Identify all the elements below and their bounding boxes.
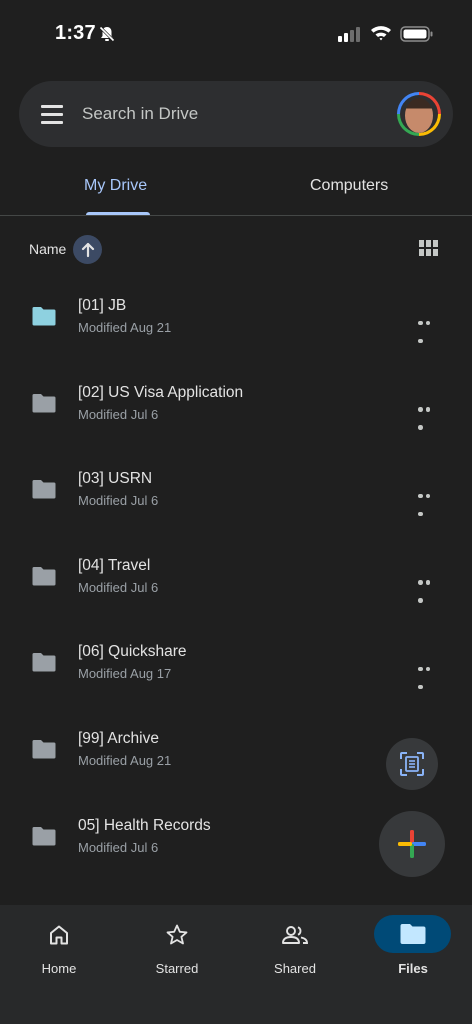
arrow-up-icon [81, 242, 94, 257]
bottom-navigation: Home Starred Shared Files [0, 905, 472, 1024]
home-icon [50, 925, 68, 945]
folder-icon [400, 924, 426, 944]
nav-home[interactable]: Home [0, 905, 118, 995]
folder-icon [32, 739, 56, 759]
file-name: [02] US Visa Application [78, 383, 244, 401]
file-name: [01] JB [78, 297, 127, 314]
nav-home-label: Home [41, 961, 77, 976]
file-name: [99] Archive [78, 729, 159, 747]
nav-shared[interactable]: Shared [236, 905, 354, 995]
file-modified: Modified Jul 6 [78, 406, 159, 422]
more-options-icon[interactable] [418, 572, 440, 603]
grid-view-icon[interactable] [419, 240, 438, 257]
new-button[interactable] [379, 811, 445, 877]
folder-icon [32, 826, 56, 846]
folder-icon [32, 480, 56, 499]
search-bar[interactable]: Search in Drive [19, 81, 453, 147]
search-input[interactable]: Search in Drive [82, 104, 198, 124]
list-item[interactable]: [01] JB Modified Aug 21 [0, 272, 472, 359]
battery-icon [400, 26, 433, 42]
plus-icon [398, 830, 426, 858]
document-scan-icon [400, 752, 424, 776]
more-options-icon[interactable] [418, 312, 440, 343]
nav-files-label: Files [398, 961, 428, 976]
file-modified: Modified Jul 6 [78, 579, 159, 595]
folder-icon [32, 393, 56, 413]
sort-direction-button[interactable] [73, 235, 102, 264]
nav-starred[interactable]: Starred [118, 905, 236, 995]
file-name: 05] Health Records [78, 816, 211, 834]
nav-files[interactable]: Files [354, 905, 472, 995]
wifi-icon [371, 26, 391, 41]
list-item[interactable]: [06] Quickshare Modified Aug 17 [0, 618, 472, 705]
nav-starred-label: Starred [155, 961, 199, 976]
account-avatar[interactable] [397, 92, 441, 136]
tab-computers[interactable]: Computers [310, 177, 388, 195]
star-icon [166, 924, 188, 945]
tab-bar: My Drive Computers [0, 160, 472, 216]
tab-my-drive[interactable]: My Drive [84, 177, 147, 195]
active-tab-indicator [86, 212, 150, 215]
scan-document-button[interactable] [386, 738, 438, 790]
shared-icon [282, 926, 308, 944]
folder-icon [32, 307, 56, 326]
cell-signal-icon [338, 27, 360, 42]
sort-label[interactable]: Name [29, 241, 66, 257]
file-name: [04] Travel [78, 556, 151, 574]
file-modified: Modified Jul 6 [78, 839, 159, 855]
bell-off-icon [98, 25, 116, 43]
more-options-icon[interactable] [418, 399, 440, 430]
more-options-icon[interactable] [418, 485, 440, 517]
folder-icon [32, 653, 56, 672]
file-name: [06] Quickshare [78, 643, 187, 661]
file-modified: Modified Aug 21 [78, 752, 172, 768]
file-modified: Modified Jul 6 [78, 493, 159, 509]
status-time: 1:37 [55, 22, 96, 44]
list-item[interactable]: [02] US Visa Application Modified Jul 6 [0, 359, 472, 446]
hamburger-menu-icon[interactable] [41, 105, 63, 124]
file-name: [03] USRN [78, 470, 153, 488]
nav-shared-label: Shared [274, 961, 316, 976]
folder-icon [32, 566, 56, 586]
file-modified: Modified Aug 21 [78, 320, 172, 335]
status-bar: 1:37 [0, 0, 472, 70]
file-modified: Modified Aug 17 [78, 666, 172, 682]
more-options-icon[interactable] [418, 658, 440, 690]
avatar-photo [405, 98, 433, 133]
list-item[interactable]: [03] USRN Modified Jul 6 [0, 445, 472, 532]
list-item[interactable]: [04] Travel Modified Jul 6 [0, 532, 472, 619]
